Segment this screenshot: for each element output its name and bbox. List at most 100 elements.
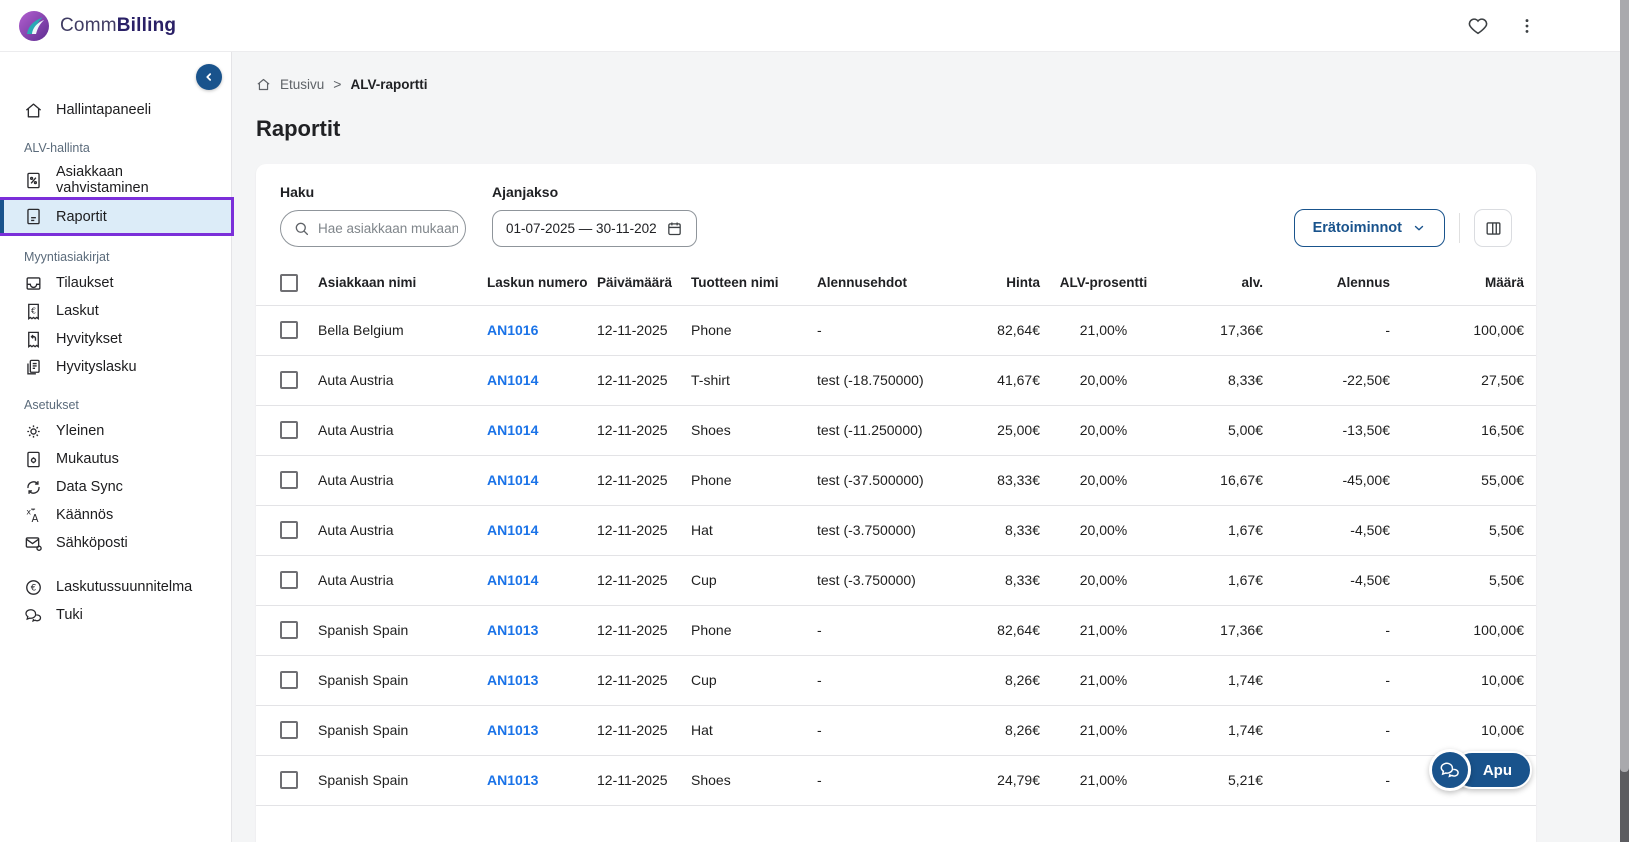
sidebar-item-label: Asiakkaan vahvistaminen xyxy=(56,164,149,196)
row-checkbox[interactable] xyxy=(280,721,298,740)
column-settings-button[interactable] xyxy=(1474,209,1512,247)
row-checkbox[interactable] xyxy=(280,471,298,490)
cell-discount: -4,50€ xyxy=(1269,555,1396,606)
cell-price: 8,26€ xyxy=(951,655,1046,706)
row-checkbox[interactable] xyxy=(280,671,298,690)
sidebar-item-mukautus[interactable]: Mukautus xyxy=(0,445,231,473)
topbar: CommBilling xyxy=(0,0,1629,52)
search-input[interactable] xyxy=(318,221,458,236)
cell-invoice-link[interactable]: AN1013 xyxy=(487,722,538,738)
svg-text:€: € xyxy=(31,583,37,593)
cell-invoice-link[interactable]: AN1014 xyxy=(487,472,538,488)
refund-receipt-icon xyxy=(24,330,43,349)
select-all-checkbox[interactable] xyxy=(280,273,298,292)
sidebar-item-laskutussuunnitelma[interactable]: € Laskutussuunnitelma xyxy=(0,573,231,601)
inbox-icon xyxy=(24,274,43,293)
page-title: Raportit xyxy=(256,116,341,141)
cell-price: 82,64€ xyxy=(951,305,1046,356)
batch-actions-label: Erätoiminnot xyxy=(1312,220,1402,236)
sidebar-item-data-sync[interactable]: Data Sync xyxy=(0,473,231,501)
cell-invoice-link[interactable]: AN1013 xyxy=(487,622,538,638)
breadcrumb-home-icon xyxy=(256,77,271,92)
breadcrumb-home-link[interactable]: Etusivu xyxy=(280,77,324,92)
help-button[interactable]: Apu xyxy=(1428,749,1532,791)
cell-discount: -22,50€ xyxy=(1269,355,1396,406)
more-menu-button[interactable] xyxy=(1517,16,1537,36)
cell-date: 12-11-2025 xyxy=(591,705,685,756)
chevron-left-icon xyxy=(202,70,216,84)
sidebar-item-tuki[interactable]: Tuki xyxy=(0,601,231,629)
help-chat-icon xyxy=(1428,749,1471,791)
cell-invoice-link[interactable]: AN1013 xyxy=(487,772,538,788)
sidebar-collapse-button[interactable] xyxy=(196,64,222,90)
row-checkbox[interactable] xyxy=(280,421,298,440)
cell-invoice-link[interactable]: AN1014 xyxy=(487,572,538,588)
sidebar-item-laskut[interactable]: € Laskut xyxy=(0,297,231,325)
cell-invoice-link[interactable]: AN1014 xyxy=(487,522,538,538)
row-checkbox[interactable] xyxy=(280,771,298,790)
chat-icon xyxy=(24,606,43,625)
date-range-picker[interactable]: 01-07-2025 — 30-11-202 xyxy=(492,210,697,247)
table-row: Spanish Spain AN1013 12-11-2025 Hat -8,26€ 21… xyxy=(256,705,1536,756)
cell-discount-terms: - xyxy=(811,305,951,356)
heart-icon xyxy=(1467,15,1489,37)
cell-discount-terms: - xyxy=(811,655,951,706)
cell-product: Phone xyxy=(685,305,811,356)
cell-invoice-link[interactable]: AN1014 xyxy=(487,372,538,388)
sidebar-item-hyvityslasku[interactable]: Hyvityslasku xyxy=(0,353,231,381)
cell-vat: 1,67€ xyxy=(1161,555,1269,606)
sidebar-item-kaannos[interactable]: xA Käännös xyxy=(0,501,231,529)
cell-customer: Bella Belgium xyxy=(312,305,481,356)
sidebar-item-label: Laskutussuunnitelma xyxy=(56,579,193,595)
batch-actions-button[interactable]: Erätoiminnot xyxy=(1293,209,1445,247)
sidebar-item-asiakkaan-vahvistaminen[interactable]: Asiakkaan vahvistaminen xyxy=(0,160,231,200)
sidebar-item-raportit[interactable]: Raportit xyxy=(0,197,234,236)
cell-invoice-link[interactable]: AN1014 xyxy=(487,422,538,438)
cell-vat-percent: 21,00% xyxy=(1046,705,1161,756)
sidebar-item-sahkoposti[interactable]: Sähköposti xyxy=(0,529,231,557)
svg-text:€: € xyxy=(31,306,36,315)
table-header-row: Asiakkaan nimi Laskun numero Päivämäärä … xyxy=(256,261,1536,306)
main-content: Etusivu > ALV-raportti Raportit Haku Hae… xyxy=(232,52,1629,842)
row-checkbox[interactable] xyxy=(280,521,298,540)
favorites-button[interactable] xyxy=(1467,15,1489,37)
col-header-product: Tuotteen nimi xyxy=(685,261,811,306)
row-checkbox[interactable] xyxy=(280,371,298,390)
cell-vat: 1,74€ xyxy=(1161,705,1269,756)
report-card: Haku Ajanjakso 01-07-2025 — 30-11-202 xyxy=(256,164,1536,842)
cell-vat-percent: 20,00% xyxy=(1046,505,1161,556)
cell-vat-percent: 21,00% xyxy=(1046,655,1161,706)
row-checkbox[interactable] xyxy=(280,321,298,340)
cell-invoice-link[interactable]: AN1013 xyxy=(487,672,538,688)
cell-discount-terms: test (-18.750000) xyxy=(811,355,951,406)
sidebar-item-hallintapaneeli[interactable]: Hallintapaneeli xyxy=(0,96,231,124)
cell-customer: Spanish Spain xyxy=(312,705,481,756)
sidebar-item-hyvitykset[interactable]: Hyvitykset xyxy=(0,325,231,353)
divider xyxy=(1459,213,1460,243)
col-header-invoice: Laskun numero xyxy=(481,261,591,306)
brand-name: CommBilling xyxy=(60,14,177,36)
breadcrumb: Etusivu > ALV-raportti xyxy=(256,76,1629,92)
brand-logo-icon xyxy=(18,10,50,42)
cell-price: 8,33€ xyxy=(951,505,1046,556)
cell-date: 12-11-2025 xyxy=(591,605,685,656)
scrollbar-thumb[interactable] xyxy=(1620,0,1629,772)
row-checkbox[interactable] xyxy=(280,571,298,590)
search-label: Haku xyxy=(280,184,315,200)
breadcrumb-current: ALV-raportti xyxy=(350,76,428,92)
table-row: Spanish Spain AN1013 12-11-2025 Phone -82,64… xyxy=(256,605,1536,656)
page-scrollbar[interactable] xyxy=(1620,0,1629,842)
cell-invoice-link[interactable]: AN1016 xyxy=(487,322,538,338)
cell-vat-percent: 21,00% xyxy=(1046,755,1161,806)
cell-price: 8,26€ xyxy=(951,705,1046,756)
cell-price: 25,00€ xyxy=(951,405,1046,456)
row-checkbox[interactable] xyxy=(280,621,298,640)
breadcrumb-separator: > xyxy=(333,76,342,92)
cell-discount-terms: test (-3.750000) xyxy=(811,555,951,606)
sidebar-item-tilaukset[interactable]: Tilaukset xyxy=(0,269,231,297)
section-header-alv-hallinta: ALV-hallinta xyxy=(24,141,90,155)
cell-price: 83,33€ xyxy=(951,455,1046,506)
sidebar-item-label: Mukautus xyxy=(56,451,119,467)
sidebar-item-yleinen[interactable]: Yleinen xyxy=(0,417,231,445)
sidebar-item-label: Raportit xyxy=(56,208,107,225)
